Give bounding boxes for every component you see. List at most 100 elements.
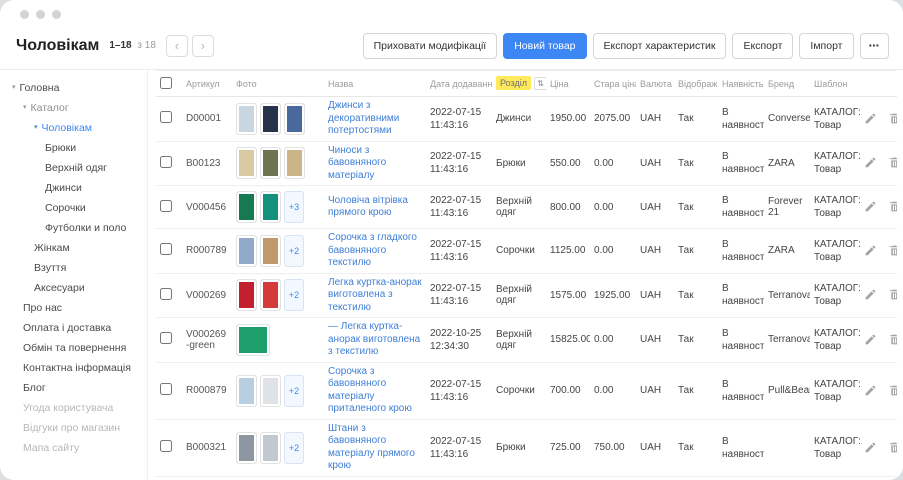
product-photo[interactable] <box>236 103 257 135</box>
edit-button[interactable] <box>864 288 878 302</box>
more-photos-badge[interactable]: +2 <box>284 279 304 311</box>
row-checkbox[interactable] <box>160 200 172 212</box>
delete-button[interactable] <box>888 112 897 126</box>
product-name-link[interactable]: Джинси з декоративними потертостями <box>328 100 422 138</box>
delete-button[interactable] <box>888 441 897 455</box>
import-button[interactable]: Імпорт <box>799 33 853 59</box>
row-checkbox[interactable] <box>160 288 172 300</box>
sidebar-item[interactable]: Аксесуари <box>0 278 147 298</box>
sidebar-item[interactable]: Жінкам <box>0 238 147 258</box>
column-header-price[interactable]: Ціна <box>550 79 569 89</box>
product-photo[interactable] <box>260 147 281 179</box>
product-name-link[interactable]: Штани з бавовняного матеріалу прямого кр… <box>328 423 422 473</box>
product-name-link[interactable]: Сорочка з бавовняного матеріалу притален… <box>328 366 422 416</box>
column-header-template[interactable]: Шаблон <box>814 79 847 89</box>
row-checkbox[interactable] <box>160 243 172 255</box>
delete-button[interactable] <box>888 156 897 170</box>
product-photo[interactable] <box>260 103 281 135</box>
more-actions-button[interactable]: ⋯ <box>860 33 890 59</box>
row-checkbox[interactable] <box>160 156 172 168</box>
edit-button[interactable] <box>864 244 878 258</box>
sidebar-item[interactable]: Джинси <box>0 178 147 198</box>
sidebar-item[interactable]: Блог <box>0 378 147 398</box>
export-characteristics-button[interactable]: Експорт характеристик <box>593 33 727 59</box>
column-header-old-price[interactable]: Стара ціна <box>594 79 636 89</box>
sort-icon[interactable]: ⇅ <box>534 77 546 90</box>
more-photos-badge[interactable]: +3 <box>284 191 304 223</box>
more-photos-badge[interactable]: +2 <box>284 235 304 267</box>
sidebar-item[interactable]: ▾Каталог <box>0 98 147 118</box>
row-checkbox[interactable] <box>160 111 172 123</box>
product-name-link[interactable]: Чоловіча вітрівка прямого крою <box>328 195 422 220</box>
edit-button[interactable] <box>864 200 878 214</box>
row-checkbox[interactable] <box>160 383 172 395</box>
more-photos-badge[interactable]: +2 <box>284 375 304 407</box>
product-photo[interactable] <box>260 279 281 311</box>
row-checkbox[interactable] <box>160 332 172 344</box>
product-photo[interactable] <box>236 432 257 464</box>
window-control-maximize[interactable] <box>52 10 61 19</box>
product-photo[interactable] <box>260 432 281 464</box>
export-button[interactable]: Експорт <box>732 33 793 59</box>
product-photo[interactable] <box>284 147 305 179</box>
product-photo[interactable] <box>284 103 305 135</box>
product-photo[interactable] <box>236 324 270 356</box>
delete-button[interactable] <box>888 200 897 214</box>
window-control-close[interactable] <box>20 10 29 19</box>
column-header-date[interactable]: Дата додавання <box>430 79 492 89</box>
window-control-minimize[interactable] <box>36 10 45 19</box>
sidebar-item[interactable]: Взуття <box>0 258 147 278</box>
sidebar-item[interactable]: Угода користувача <box>0 398 147 418</box>
sidebar-item[interactable]: ▾Чоловікам <box>0 118 147 138</box>
old-price-cell: 0.00 <box>590 476 636 480</box>
column-header-brand[interactable]: Бренд <box>768 79 794 89</box>
edit-button[interactable] <box>864 384 878 398</box>
column-header-display[interactable]: Відображати <box>678 79 718 89</box>
column-header-currency[interactable]: Валюта <box>640 79 672 89</box>
sidebar-item[interactable]: Оплата і доставка <box>0 318 147 338</box>
edit-button[interactable] <box>864 156 878 170</box>
delete-button[interactable] <box>888 244 897 258</box>
column-header-photo[interactable]: Фото <box>236 79 257 89</box>
column-header-stock[interactable]: Наявність <box>722 79 763 89</box>
sidebar-item[interactable]: Мапа сайту <box>0 438 147 458</box>
row-checkbox[interactable] <box>160 440 172 452</box>
sidebar-item[interactable]: Верхній одяг <box>0 158 147 178</box>
prev-page-button[interactable]: ‹ <box>166 35 188 57</box>
product-photo[interactable] <box>236 147 257 179</box>
edit-button[interactable] <box>864 333 878 347</box>
sidebar-item[interactable]: Сорочки <box>0 198 147 218</box>
product-photo[interactable] <box>236 235 257 267</box>
product-name-link[interactable]: Чиноси з бавовняного матеріалу <box>328 145 422 183</box>
column-header-sku[interactable]: Артикул <box>186 79 220 89</box>
sidebar-item[interactable]: Брюки <box>0 138 147 158</box>
more-photos-badge[interactable]: +2 <box>284 432 304 464</box>
product-photo[interactable] <box>260 375 281 407</box>
next-page-button[interactable]: › <box>192 35 214 57</box>
sidebar-item[interactable]: Про нас <box>0 298 147 318</box>
sidebar-item[interactable]: ▾Головна <box>0 78 147 98</box>
delete-button[interactable] <box>888 288 897 302</box>
product-photo[interactable] <box>236 191 257 223</box>
product-photo[interactable] <box>236 279 257 311</box>
product-photo[interactable] <box>236 375 257 407</box>
column-header-section[interactable]: Розділ <box>496 76 531 90</box>
product-photo[interactable] <box>260 235 281 267</box>
delete-button[interactable] <box>888 384 897 398</box>
sidebar-item-label: Головна <box>20 78 60 98</box>
sidebar-item[interactable]: Футболки и поло <box>0 218 147 238</box>
sidebar-item[interactable]: Контактна інформація <box>0 358 147 378</box>
product-name-link[interactable]: — Легка куртка-анорак виготовлена з текс… <box>328 321 422 359</box>
sidebar-item[interactable]: Обмін та повернення <box>0 338 147 358</box>
hide-modifications-button[interactable]: Приховати модифікації <box>363 33 498 59</box>
delete-button[interactable] <box>888 333 897 347</box>
column-header-name[interactable]: Назва <box>328 79 353 89</box>
product-photo[interactable] <box>260 191 281 223</box>
select-all-checkbox[interactable] <box>160 77 172 89</box>
edit-button[interactable] <box>864 441 878 455</box>
sidebar-item[interactable]: Відгуки про магазин <box>0 418 147 438</box>
edit-button[interactable] <box>864 112 878 126</box>
product-name-link[interactable]: Легка куртка-анорак виготовлена з тексти… <box>328 277 422 315</box>
new-product-button[interactable]: Новий товар <box>503 33 586 59</box>
product-name-link[interactable]: Сорочка з гладкого бавовняного текстилю <box>328 232 422 270</box>
